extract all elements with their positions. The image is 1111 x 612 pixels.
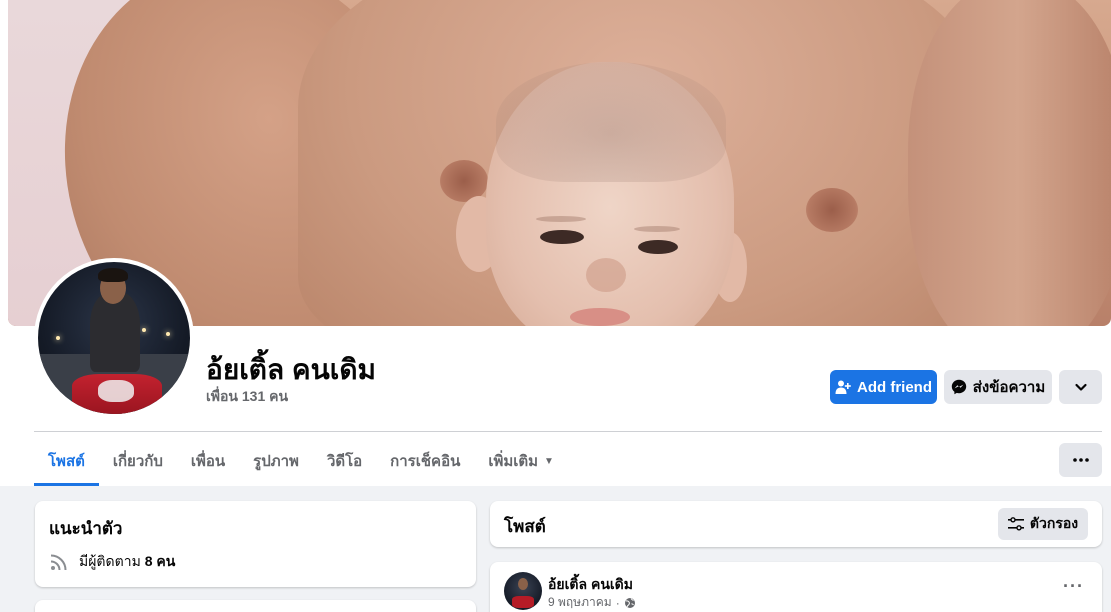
tab-about[interactable]: เกี่ยวกับ bbox=[99, 436, 177, 486]
filter-icon bbox=[1007, 517, 1024, 531]
followers-prefix: มีผู้ติดตาม bbox=[79, 553, 141, 569]
posts-header-card: โพสต์ ตัวกรอง bbox=[490, 501, 1102, 547]
tab-more[interactable]: เพิ่มเติม ▼ bbox=[474, 436, 568, 486]
filter-button[interactable]: ตัวกรอง bbox=[998, 508, 1088, 540]
tab-checkins-label: การเช็คอิน bbox=[390, 453, 461, 470]
posts-title: โพสต์ bbox=[504, 517, 546, 536]
cover-photo-baby-brow bbox=[634, 226, 680, 232]
meta-separator: · bbox=[615, 595, 620, 610]
header-divider bbox=[34, 431, 1102, 432]
cover-photo-baby-eye bbox=[638, 240, 678, 254]
cover-photo-detail bbox=[806, 188, 858, 232]
tab-photos-label: รูปภาพ bbox=[253, 453, 299, 470]
post-avatar-face bbox=[518, 578, 528, 590]
tab-checkins[interactable]: การเช็คอิน bbox=[376, 436, 474, 486]
cover-photo-baby-mouth bbox=[570, 308, 630, 326]
profile-options-button[interactable] bbox=[1059, 370, 1102, 404]
message-button[interactable]: ส่งข้อความ bbox=[944, 370, 1052, 404]
cover-photo[interactable] bbox=[8, 0, 1111, 326]
friend-count[interactable]: เพื่อน 131 คน bbox=[206, 386, 288, 408]
tabs-more-button[interactable] bbox=[1059, 443, 1102, 477]
cover-photo-baby-eye bbox=[540, 230, 584, 244]
post-meta: 9 พฤษภาคม · bbox=[548, 593, 636, 612]
profile-avatar-photo bbox=[38, 262, 190, 414]
post-avatar-bike bbox=[512, 596, 534, 608]
tab-videos-label: วิดีโอ bbox=[326, 453, 363, 470]
followers-text: มีผู้ติดตาม 8 คน bbox=[79, 551, 175, 573]
post-author-avatar[interactable] bbox=[504, 572, 542, 610]
cover-photo-baby-nose bbox=[586, 258, 626, 292]
tab-posts[interactable]: โพสต์ bbox=[34, 436, 99, 486]
profile-avatar[interactable] bbox=[34, 258, 194, 418]
followers-count[interactable]: 8 คน bbox=[145, 553, 176, 569]
person-add-icon bbox=[835, 380, 851, 394]
message-label: ส่งข้อความ bbox=[972, 379, 1046, 396]
followers-row: มีผู้ติดตาม 8 คน bbox=[49, 551, 175, 573]
filter-label: ตัวกรอง bbox=[1029, 515, 1079, 531]
tab-videos[interactable]: วิดีโอ bbox=[313, 436, 376, 486]
chevron-down-icon bbox=[1074, 383, 1087, 391]
more-horizontal-icon bbox=[1072, 458, 1089, 462]
photos-card bbox=[35, 600, 476, 612]
post-date[interactable]: 9 พฤษภาคม bbox=[548, 593, 612, 612]
avatar-person bbox=[90, 292, 140, 372]
post-card: อ้ยเติ้ล คนเดิม 9 พฤษภาคม · ··· bbox=[490, 562, 1102, 612]
cover-photo-right-arm bbox=[908, 0, 1111, 326]
avatar-light bbox=[56, 336, 60, 340]
globe-icon bbox=[624, 597, 635, 608]
messenger-icon bbox=[951, 379, 966, 395]
rss-icon bbox=[49, 552, 69, 572]
cover-photo-baby-hair bbox=[496, 62, 726, 182]
avatar-light bbox=[142, 328, 146, 332]
tab-friends[interactable]: เพื่อน bbox=[177, 436, 239, 486]
avatar-motorbike-light bbox=[98, 380, 134, 402]
tab-photos[interactable]: รูปภาพ bbox=[239, 436, 313, 486]
avatar-hair bbox=[98, 268, 128, 282]
tab-posts-label: โพสต์ bbox=[48, 453, 85, 470]
intro-card: แนะนำตัว มีผู้ติดตาม 8 คน bbox=[35, 501, 476, 587]
profile-tabs: โพสต์ เกี่ยวกับ เพื่อน รูปภาพ วิดีโอ การ… bbox=[34, 436, 568, 486]
add-friend-button[interactable]: Add friend bbox=[830, 370, 937, 404]
intro-title: แนะนำตัว bbox=[49, 519, 123, 538]
cover-photo-baby-brow bbox=[536, 216, 586, 222]
caret-down-icon: ▼ bbox=[544, 455, 554, 467]
tab-friends-label: เพื่อน bbox=[190, 453, 226, 470]
avatar-light bbox=[166, 332, 170, 336]
add-friend-label: Add friend bbox=[857, 378, 932, 396]
tab-about-label: เกี่ยวกับ bbox=[112, 453, 163, 470]
post-more-icon[interactable]: ··· bbox=[1063, 576, 1084, 597]
tab-more-label: เพิ่มเติม bbox=[488, 453, 539, 470]
